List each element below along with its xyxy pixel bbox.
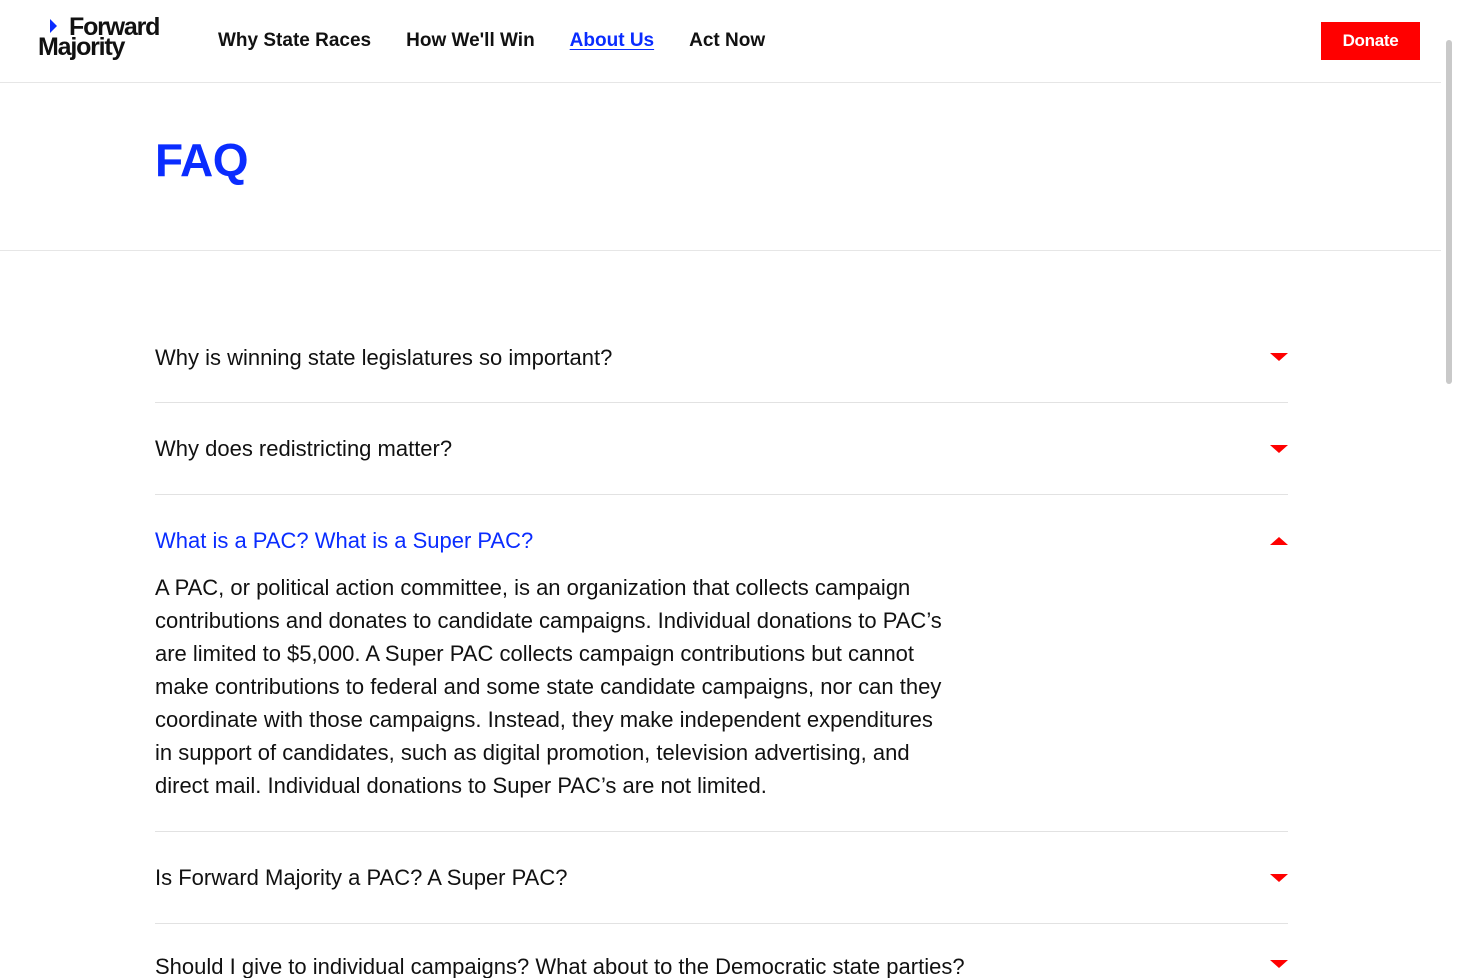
faq-question-toggle[interactable]: Is Forward Majority a PAC? A Super PAC? bbox=[155, 832, 1288, 923]
faq-question-toggle[interactable]: Why does redistricting matter? bbox=[155, 403, 1288, 494]
title-section: FAQ bbox=[0, 83, 1441, 251]
page: Forward Majority Why State Races How We'… bbox=[0, 0, 1457, 978]
faq-question-toggle[interactable]: What is a PAC? What is a Super PAC? bbox=[155, 495, 1288, 586]
play-arrow-icon bbox=[50, 19, 57, 33]
caret-down-icon[interactable] bbox=[1270, 873, 1288, 882]
faq-question: What is a PAC? What is a Super PAC? bbox=[155, 527, 534, 553]
caret-down-icon[interactable] bbox=[1270, 353, 1288, 361]
faq-answer: A PAC, or political action committee, is… bbox=[155, 575, 942, 798]
faq-question: Why is winning state legislatures so imp… bbox=[155, 345, 613, 370]
page-title: FAQ bbox=[155, 134, 249, 186]
caret-down-icon[interactable] bbox=[1270, 444, 1288, 453]
faq-question: Is Forward Majority a PAC? A Super PAC? bbox=[155, 864, 568, 890]
faq-item-expanded: What is a PAC? What is a Super PAC? A PA… bbox=[155, 495, 1288, 832]
nav-about-us[interactable]: About Us bbox=[570, 30, 654, 52]
page-scrollbar[interactable] bbox=[1441, 0, 1457, 978]
faq-item: Is Forward Majority a PAC? A Super PAC? bbox=[155, 832, 1288, 924]
caret-up-icon[interactable] bbox=[1270, 536, 1288, 545]
site-header: Forward Majority Why State Races How We'… bbox=[0, 0, 1441, 83]
nav-why-state-races[interactable]: Why State Races bbox=[218, 30, 371, 52]
faq-item: Should I give to individual campaigns? W… bbox=[155, 924, 1288, 978]
faq-question: Why does redistricting matter? bbox=[155, 435, 453, 461]
nav-how-well-win[interactable]: How We'll Win bbox=[406, 30, 535, 52]
faq-question-toggle[interactable]: Why is winning state legislatures so imp… bbox=[155, 312, 1288, 402]
nav-act-now[interactable]: Act Now bbox=[689, 30, 765, 52]
forward-majority-logo[interactable]: Forward Majority bbox=[38, 14, 168, 64]
scrollbar-thumb[interactable] bbox=[1446, 40, 1452, 384]
donate-button[interactable]: Donate bbox=[1321, 22, 1420, 60]
caret-down-icon[interactable] bbox=[1270, 960, 1288, 968]
faq-item: Why does redistricting matter? bbox=[155, 403, 1288, 495]
faq-list: Why is winning state legislatures so imp… bbox=[155, 312, 1288, 978]
faq-item: Why is winning state legislatures so imp… bbox=[155, 312, 1288, 403]
logo-line-2: Majority bbox=[38, 33, 125, 61]
main-nav: Why State Races How We'll Win About Us A… bbox=[218, 30, 800, 52]
faq-question: Should I give to individual campaigns? W… bbox=[155, 954, 965, 978]
faq-question-toggle[interactable]: Should I give to individual campaigns? W… bbox=[155, 924, 1288, 978]
